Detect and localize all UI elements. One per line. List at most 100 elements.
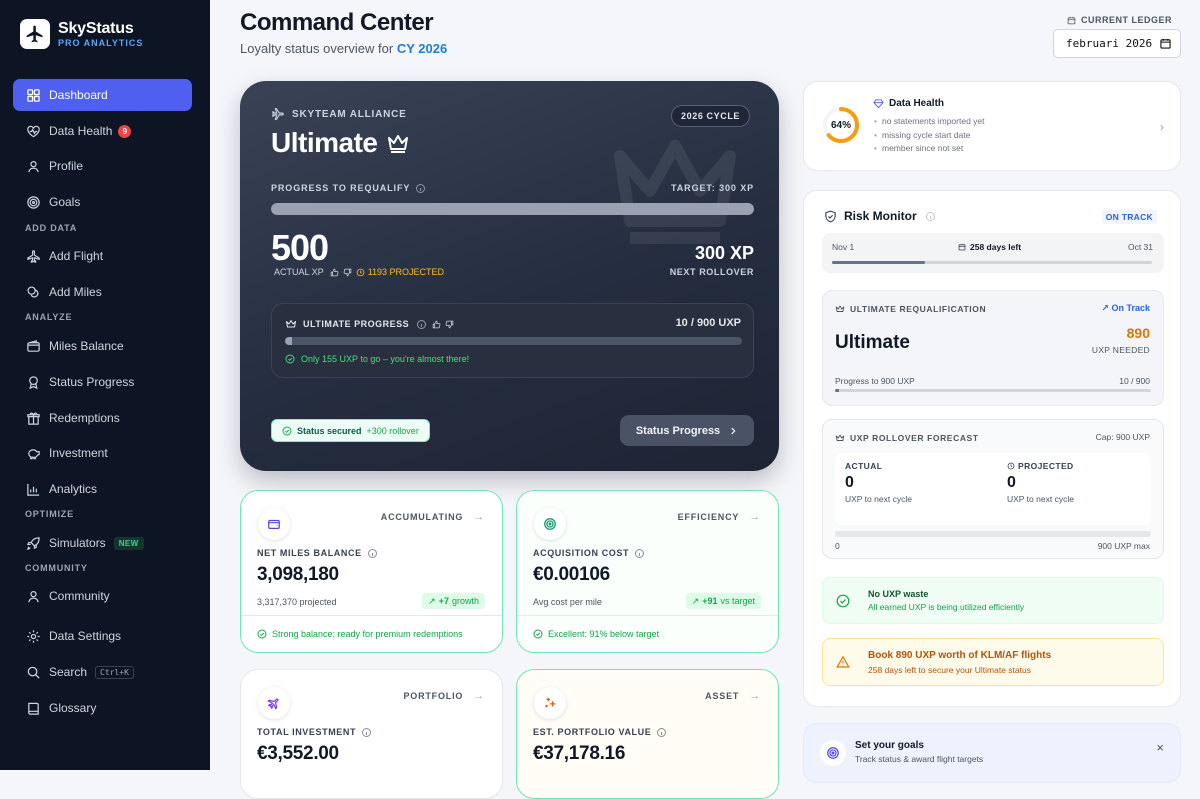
- ultimate-progress-title: ULTIMATE PROGRESS: [285, 318, 454, 330]
- cycle-start: Nov 1: [832, 242, 855, 252]
- forecast-title-text: UXP ROLLOVER FORECAST: [850, 433, 979, 443]
- requal-progress-bar: [835, 389, 1151, 392]
- notification-badge: 9: [118, 124, 132, 138]
- booking-alert[interactable]: Book 890 UXP worth of KLM/AF flights 258…: [822, 638, 1164, 686]
- clock-icon: [1007, 462, 1015, 470]
- sidebar-item-label: Add Flight: [49, 249, 104, 263]
- card-footer: Strong balance: ready for premium redemp…: [257, 629, 463, 639]
- crown-icon: [388, 135, 409, 153]
- sidebar-item-label: Miles Balance: [49, 339, 124, 353]
- sidebar-item-data-settings[interactable]: Data Settings: [13, 620, 192, 652]
- sidebar-item-status-progress[interactable]: Status Progress: [13, 366, 192, 398]
- users-icon: [25, 588, 41, 604]
- info-icon[interactable]: [362, 727, 372, 737]
- arrow-right-icon: →: [749, 690, 761, 702]
- card-tag: ASSET →: [705, 690, 761, 702]
- card-tag-text: EFFICIENCY: [677, 512, 740, 522]
- thumbs-down-icon[interactable]: [343, 268, 352, 277]
- ultimate-progress-box: ULTIMATE PROGRESS 10 / 900 UXP Only 155 …: [271, 303, 754, 378]
- forecast-cap: Cap: 900 UXP: [1095, 432, 1150, 442]
- requal-title-text: ULTIMATE REQUALIFICATION: [850, 304, 987, 314]
- pill-text: vs target: [720, 596, 755, 606]
- subtitle-year: CY 2026: [396, 41, 448, 56]
- card-tag: ACCUMULATING →: [381, 511, 485, 523]
- close-icon[interactable]: ×: [1156, 740, 1164, 755]
- card-label-text: TOTAL INVESTMENT: [257, 727, 357, 737]
- info-icon[interactable]: [416, 183, 426, 193]
- gear-icon: [25, 628, 41, 644]
- sidebar-item-redemptions[interactable]: Redemptions: [13, 402, 192, 434]
- days-left: 258 days left: [958, 242, 1021, 252]
- requal-tier: Ultimate: [835, 332, 910, 353]
- sidebar-item-label: Redemptions: [49, 411, 120, 425]
- grid-icon: [25, 87, 41, 103]
- secured-label: Status secured: [297, 425, 362, 436]
- status-progress-button[interactable]: Status Progress: [620, 415, 754, 446]
- sidebar-item-goals[interactable]: Goals: [13, 186, 192, 218]
- calendar-picker-icon[interactable]: [1160, 38, 1171, 49]
- sidebar-item-search[interactable]: Search Ctrl+K: [13, 656, 192, 688]
- acquisition-cost-card[interactable]: EFFICIENCY → ACQUISITION COST €0.00106 Av…: [516, 490, 779, 653]
- app-subtitle: PRO ANALYTICS: [58, 38, 144, 48]
- info-icon[interactable]: [657, 727, 667, 737]
- card-tag-text: ASSET: [705, 691, 740, 701]
- portfolio-value-card[interactable]: ASSET → EST. PORTFOLIO VALUE €37,178.16: [516, 669, 779, 799]
- thumbs-down-icon[interactable]: [445, 320, 454, 329]
- sidebar-item-dashboard[interactable]: Dashboard: [13, 79, 192, 111]
- sidebar-item-simulators[interactable]: Simulators NEW: [13, 527, 192, 559]
- sidebar-item-analytics[interactable]: Analytics: [13, 473, 192, 505]
- list-item: no statements imported yet: [874, 115, 985, 129]
- chevron-right-icon: ›: [1160, 120, 1164, 134]
- thumbs-up-icon[interactable]: [432, 320, 441, 329]
- ledger-label-text: CURRENT LEDGER: [1081, 15, 1173, 25]
- days-left-text: 258 days left: [970, 242, 1022, 252]
- sidebar-item-investment[interactable]: Investment: [13, 437, 192, 469]
- set-goals-card[interactable]: Set your goals Track status & award flig…: [803, 723, 1181, 783]
- user-icon: [25, 158, 41, 174]
- sidebar-item-add-miles[interactable]: Add Miles: [13, 276, 192, 308]
- forecast-projected-sub: UXP to next cycle: [1007, 494, 1074, 504]
- data-health-title: Data Health: [873, 98, 944, 109]
- sidebar: SkyStatus PRO ANALYTICS Dashboard Data H…: [0, 0, 210, 770]
- info-icon[interactable]: [417, 319, 427, 329]
- sidebar-item-community[interactable]: Community: [13, 580, 192, 612]
- sidebar-item-glossary[interactable]: Glossary: [13, 692, 192, 724]
- card-sub: Avg cost per mile: [533, 597, 602, 607]
- thumbs-up-icon[interactable]: [330, 268, 339, 277]
- shield-icon: [825, 210, 836, 222]
- info-icon[interactable]: [635, 548, 645, 558]
- target-icon: [534, 508, 566, 540]
- sidebar-item-label: Investment: [49, 446, 108, 460]
- pill-value: +91: [702, 596, 718, 606]
- info-icon[interactable]: [925, 211, 935, 221]
- card-value: €3,552.00: [257, 743, 339, 764]
- card-label: NET MILES BALANCE: [257, 548, 377, 558]
- sidebar-item-profile[interactable]: Profile: [13, 150, 192, 182]
- card-value: €37,178.16: [533, 743, 626, 764]
- trend-up-icon: ↗: [1101, 303, 1112, 313]
- check-circle-icon: [533, 629, 543, 639]
- net-miles-card[interactable]: ACCUMULATING → NET MILES BALANCE 3,098,18…: [240, 490, 503, 653]
- secured-extra: +300 rollover: [366, 425, 419, 436]
- ledger-month-input[interactable]: februari 2026: [1053, 29, 1181, 58]
- data-health-card[interactable]: 64% Data Health no statements imported y…: [803, 81, 1181, 171]
- sidebar-item-data-health[interactable]: Data Health 9: [13, 115, 192, 147]
- info-icon[interactable]: [367, 548, 377, 558]
- requal-title: ULTIMATE REQUALIFICATION: [835, 304, 986, 314]
- trend-up-icon: ↗: [428, 595, 436, 606]
- sidebar-item-add-flight[interactable]: Add Flight: [13, 240, 192, 272]
- new-badge: NEW: [113, 536, 144, 550]
- calendar-icon: [958, 244, 966, 251]
- sidebar-item-label: Analytics: [49, 482, 98, 496]
- plane-icon: [25, 248, 41, 264]
- rocket-icon: [25, 535, 41, 551]
- total-investment-card[interactable]: PORTFOLIO → TOTAL INVESTMENT €3,552.00: [240, 669, 503, 799]
- wallet-icon: [258, 508, 290, 540]
- sidebar-item-miles-balance[interactable]: Miles Balance: [13, 330, 192, 362]
- divider: [241, 615, 502, 616]
- card-tag: EFFICIENCY →: [678, 511, 761, 523]
- app-name: SkyStatus: [58, 20, 134, 37]
- cycle-end: Oct 31: [1127, 242, 1153, 252]
- forecast-actual-sub: UXP to next cycle: [845, 494, 912, 504]
- risk-title-text: Risk Monitor: [844, 209, 917, 223]
